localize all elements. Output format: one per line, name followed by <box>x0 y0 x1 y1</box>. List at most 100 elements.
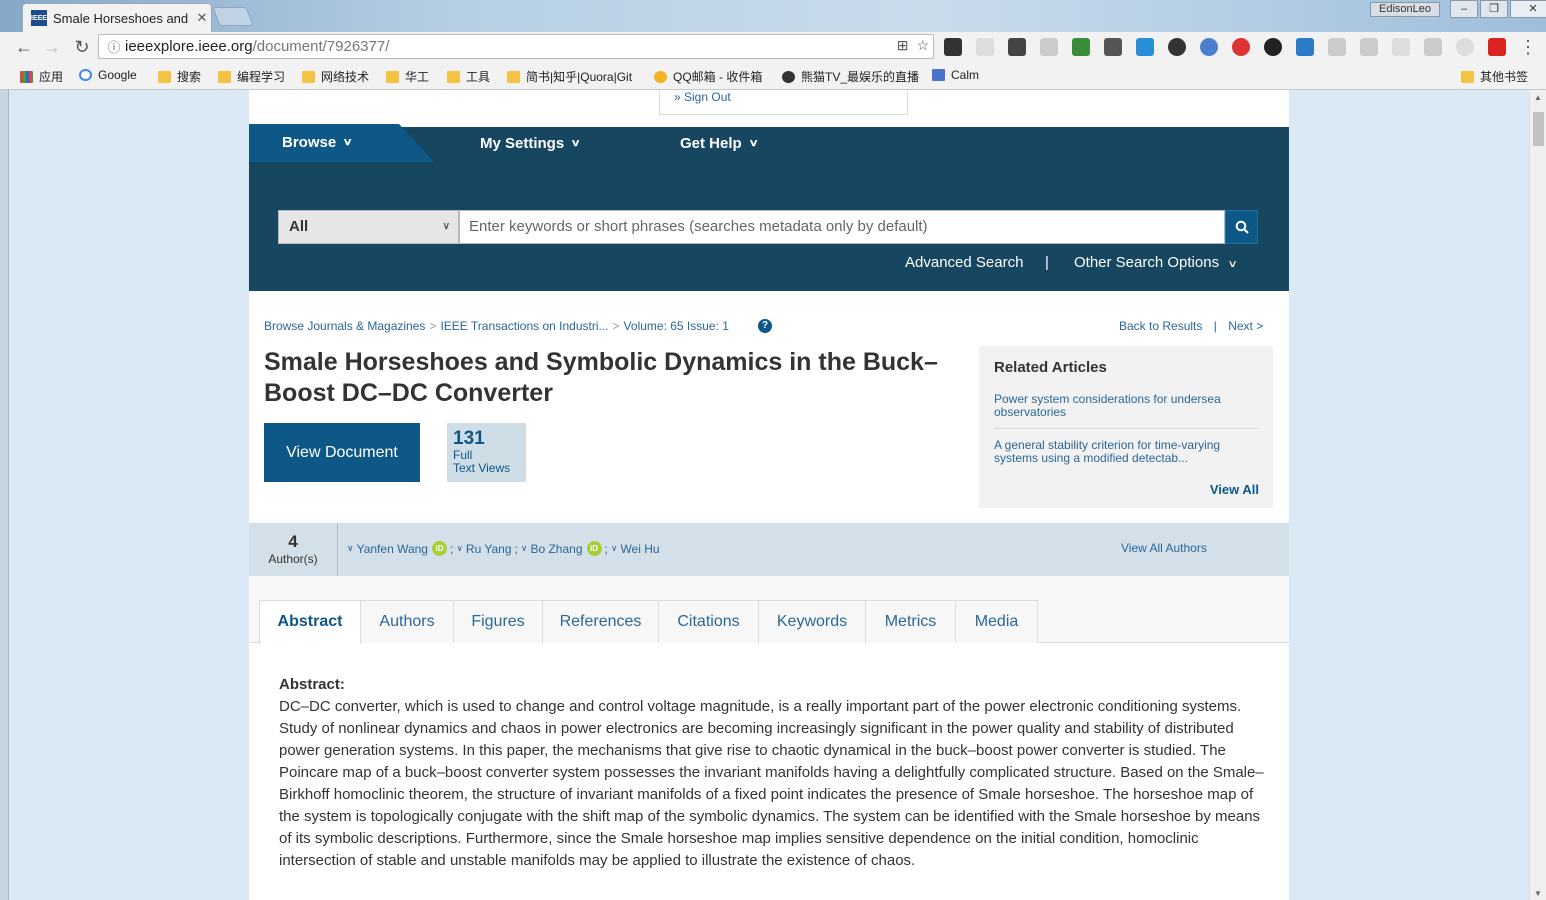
extension-icon[interactable] <box>1104 38 1122 56</box>
extension-icon[interactable] <box>1200 38 1218 56</box>
restore-button[interactable]: ❐ <box>1480 0 1508 18</box>
close-window-button[interactable]: ✕ <box>1510 0 1546 18</box>
bookmark-folder[interactable]: 华工 <box>386 68 429 85</box>
menu-icon[interactable]: ⋮ <box>1516 35 1540 59</box>
browser-tab[interactable]: IEEE Smale Horseshoes and ✕ <box>22 3 212 32</box>
related-article-link[interactable]: Power system considerations for undersea… <box>994 393 1258 419</box>
tab-keywords[interactable]: Keywords <box>758 600 866 643</box>
bookmark-folder[interactable]: 简书|知乎|Quora|Git <box>507 68 642 85</box>
bookmark-apps[interactable]: 应用 <box>20 68 63 85</box>
folder-icon <box>302 70 315 83</box>
advanced-search-link[interactable]: Advanced Search <box>905 254 1023 271</box>
tab-citations[interactable]: Citations <box>658 600 759 643</box>
related-article-link[interactable]: A general stability criterion for time-v… <box>994 439 1258 465</box>
bookmark-folder[interactable]: 网络技术 <box>302 68 369 85</box>
author-link[interactable]: Bo Zhang <box>530 542 582 556</box>
new-tab-button[interactable] <box>212 7 254 26</box>
evernote-icon[interactable] <box>1168 38 1186 56</box>
bookmark-folder[interactable]: 搜索 <box>158 68 201 85</box>
bookmark-google[interactable]: Google <box>79 68 137 82</box>
full-text-views-metric[interactable]: 131 Full Text Views <box>447 423 526 482</box>
tab-metrics[interactable]: Metrics <box>865 600 956 643</box>
nav-get-help[interactable]: Get Help ∨ <box>680 135 759 152</box>
chevron-down-icon: ∨ <box>748 138 759 149</box>
tab-abstract[interactable]: Abstract <box>259 600 361 644</box>
breadcrumb-transactions[interactable]: IEEE Transactions on Industri... <box>440 319 608 333</box>
close-tab-icon[interactable]: ✕ <box>193 10 211 26</box>
scroll-down-icon[interactable]: ▼ <box>1534 889 1542 898</box>
address-bar[interactable]: ⓘ ieeexplore.ieee.org/document/7926377/ … <box>98 34 934 59</box>
bookmark-folder[interactable]: 工具 <box>447 68 490 85</box>
extension-icon[interactable] <box>944 38 962 56</box>
window-titlebar: IEEE Smale Horseshoes and ✕ EdisonLeo – … <box>0 0 1546 32</box>
tab-references[interactable]: References <box>542 600 659 643</box>
folder-icon <box>1461 70 1474 83</box>
back-icon[interactable]: ← <box>12 35 36 59</box>
extension-icon[interactable] <box>1424 38 1442 56</box>
extension-icon[interactable] <box>976 38 994 56</box>
scroll-up-icon[interactable]: ▲ <box>1534 93 1542 102</box>
extension-icon[interactable] <box>1392 38 1410 56</box>
author-link[interactable]: Ru Yang <box>466 542 512 556</box>
bookmark-other[interactable]: 其他书签 <box>1461 68 1528 85</box>
page-scrollbar[interactable]: ▲ ▼ <box>1529 90 1546 900</box>
url-path: /document/7926377/ <box>252 38 390 55</box>
chevron-down-icon: ∨ <box>442 221 450 232</box>
author-link[interactable]: Wei Hu <box>620 542 659 556</box>
profile-button[interactable]: EdisonLeo <box>1370 2 1440 17</box>
author-count: 4 Author(s) <box>249 523 338 576</box>
view-document-button[interactable]: View Document <box>264 423 420 482</box>
divider: | <box>1045 254 1049 271</box>
view-all-authors-link[interactable]: View All Authors <box>1121 541 1207 555</box>
bookmark-star-icon[interactable]: ☆ <box>916 37 929 54</box>
nav-my-settings[interactable]: My Settings ∨ <box>480 135 581 152</box>
chevron-down-icon: ∨ <box>520 543 528 553</box>
search-input[interactable]: Enter keywords or short phrases (searche… <box>459 210 1225 244</box>
scroll-thumb[interactable] <box>1533 112 1544 146</box>
authors-bar: 4 Author(s) ∨ Yanfen Wang iD; ∨ Ru Yang; ∨ B… <box>249 523 1289 576</box>
nav-browse[interactable]: Browse ∨ <box>282 134 353 151</box>
extension-icon[interactable] <box>1456 38 1474 56</box>
view-all-related-link[interactable]: View All <box>1210 482 1259 497</box>
panda-icon <box>782 70 795 83</box>
extension-icon[interactable] <box>1488 38 1506 56</box>
extension-icon[interactable] <box>1072 38 1090 56</box>
qqmail-icon <box>654 70 667 83</box>
author-link[interactable]: Yanfen Wang <box>357 542 428 556</box>
extension-icon[interactable] <box>1296 38 1314 56</box>
orcid-icon[interactable]: iD <box>586 541 602 556</box>
bookmark-pandatv[interactable]: 熊猫TV_最娱乐的直播 <box>782 68 920 85</box>
reload-icon[interactable]: ↻ <box>70 35 94 59</box>
qr-extension-icon[interactable] <box>1008 38 1026 56</box>
main-nav: Browse ∨ My Settings ∨ Get Help ∨ <box>249 124 1289 162</box>
back-to-results-link[interactable]: Back to Results <box>1119 319 1202 333</box>
search-button[interactable] <box>1225 210 1258 244</box>
breadcrumb-volume[interactable]: Volume: 65 Issue: 1 <box>624 319 729 333</box>
extension-icon[interactable] <box>1264 38 1282 56</box>
tab-authors[interactable]: Authors <box>360 600 454 643</box>
extension-icon[interactable] <box>1040 38 1058 56</box>
bookmark-qqmail[interactable]: QQ邮箱 - 收件箱 <box>654 68 762 85</box>
tab-media[interactable]: Media <box>955 600 1038 643</box>
bookmark-calm[interactable]: Calm <box>932 68 979 82</box>
extension-icon[interactable] <box>1328 38 1346 56</box>
search-icon <box>1235 220 1249 234</box>
extension-icon[interactable] <box>1136 38 1154 56</box>
search-scope-select[interactable]: All ∨ <box>278 210 459 244</box>
minimize-button[interactable]: – <box>1450 0 1478 18</box>
tab-figures[interactable]: Figures <box>453 600 543 643</box>
bookmark-folder[interactable]: 编程学习 <box>218 68 285 85</box>
other-search-options[interactable]: Other Search Options ∨ <box>1074 254 1238 271</box>
translate-icon[interactable]: ⊞ <box>897 37 909 54</box>
help-question-icon[interactable]: ? <box>758 319 772 333</box>
forward-icon[interactable]: → <box>40 35 64 59</box>
search-panel: All ∨ Enter keywords or short phrases (se… <box>249 162 1289 291</box>
chevron-down-icon: ∨ <box>570 138 581 149</box>
sign-out-link[interactable]: » Sign Out <box>659 90 908 115</box>
extension-icon[interactable] <box>1232 38 1250 56</box>
extension-icon[interactable] <box>1360 38 1378 56</box>
next-link[interactable]: Next > <box>1228 319 1263 333</box>
orcid-icon[interactable]: iD <box>431 541 447 556</box>
breadcrumb-journals[interactable]: Browse Journals & Magazines <box>264 319 425 333</box>
info-icon[interactable]: ⓘ <box>103 37 125 56</box>
